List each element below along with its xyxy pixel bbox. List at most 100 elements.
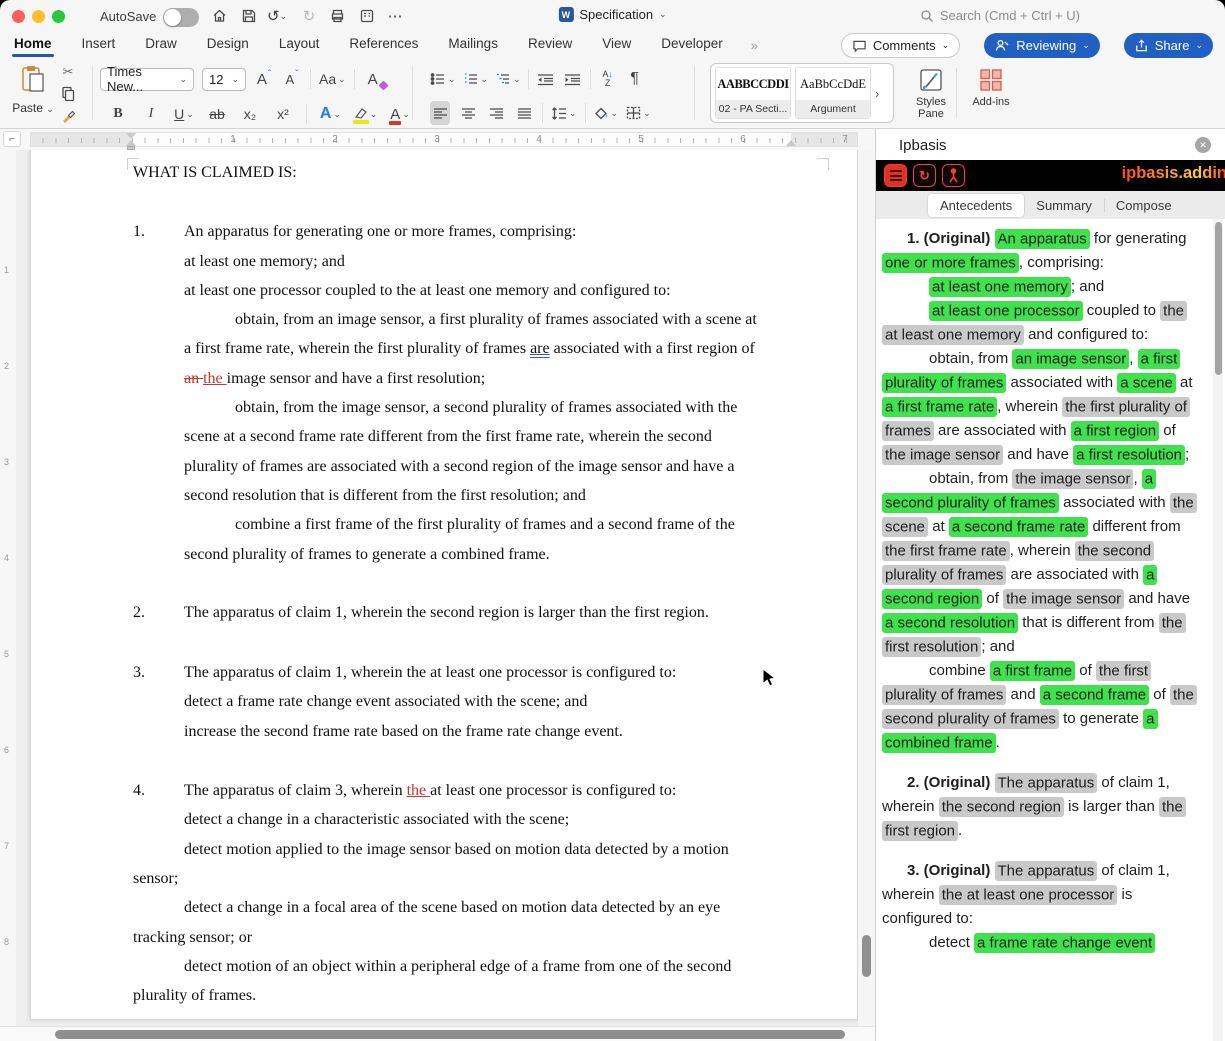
comments-button[interactable]: Comments ⌄ (841, 33, 960, 58)
sort-button[interactable]: A↓ Z (598, 67, 618, 91)
antecedent-chip[interactable]: a first frame (990, 661, 1075, 681)
home-icon[interactable] (208, 6, 230, 26)
print-button[interactable] (326, 6, 348, 26)
line-spacing-button[interactable]: ⌄ (551, 101, 577, 125)
redo-button[interactable]: ↻ (298, 6, 320, 26)
antecedent-chip[interactable]: a frame rate change event (974, 933, 1155, 953)
numbering-button[interactable]: ⌄ (463, 67, 489, 91)
style-card[interactable]: AABBCCDDI 02 - PA Secti... (715, 67, 791, 119)
tab-home[interactable]: Home (12, 34, 54, 56)
reference-chip[interactable]: the image sensor (1003, 589, 1124, 609)
strikethrough-button[interactable]: ab (207, 102, 227, 126)
panel-scrollbar[interactable] (1213, 219, 1223, 1041)
justify-button[interactable] (514, 101, 534, 125)
align-center-button[interactable] (458, 101, 478, 125)
align-left-button[interactable] (430, 101, 450, 125)
antecedent-chip[interactable]: a first region (1071, 421, 1160, 441)
antecedent-chip[interactable]: a first frame rate (882, 397, 997, 417)
panel-tab-compose[interactable]: Compose (1104, 194, 1184, 217)
horizontal-scrollbar[interactable] (0, 1026, 875, 1041)
ribbon-display-button[interactable] (356, 6, 378, 26)
antecedent-chip[interactable]: at least one processor (929, 301, 1083, 321)
right-indent-marker[interactable] (786, 140, 796, 146)
antecedent-chip[interactable]: at least one memory (929, 277, 1071, 297)
antecedent-chip[interactable]: an image sensor (1012, 349, 1129, 369)
tab-review[interactable]: Review (526, 34, 574, 56)
superscript-button[interactable]: x² (273, 102, 293, 126)
bold-button[interactable]: B (108, 102, 128, 126)
zoom-window-button[interactable] (52, 10, 65, 23)
reference-chip[interactable]: the image sensor (1012, 469, 1133, 489)
user-button[interactable] (942, 164, 965, 187)
antecedent-chip[interactable]: a second resolution (882, 613, 1018, 633)
antecedent-chip[interactable]: a second frame rate (949, 517, 1088, 537)
style-gallery-more-button[interactable]: › (875, 86, 879, 101)
copy-button[interactable] (58, 84, 78, 103)
shading-button[interactable]: ⌄ (594, 101, 619, 125)
minimize-window-button[interactable] (32, 10, 45, 23)
antecedent-chip[interactable]: An apparatus (995, 229, 1090, 249)
antecedent-chip[interactable]: one or more frames (882, 253, 1019, 273)
font-name-select[interactable]: Times New...⌄ (100, 68, 194, 91)
reference-chip[interactable]: the second region (939, 797, 1064, 817)
document-page[interactable]: WHAT IS CLAIMED IS:1.An apparatus for ge… (30, 150, 858, 1020)
reference-chip[interactable]: the first frame rate (882, 541, 1010, 561)
subscript-button[interactable]: x₂ (240, 102, 260, 126)
vertical-scrollbar-thumb[interactable] (862, 935, 871, 977)
borders-button[interactable]: ⌄ (626, 101, 651, 125)
reference-chip[interactable]: The apparatus (995, 773, 1098, 793)
more-tabs-chevron[interactable]: » (751, 38, 758, 53)
highlight-color-button[interactable]: ⌄ (354, 102, 377, 126)
tab-layout[interactable]: Layout (277, 34, 322, 56)
autosave-toggle[interactable] (163, 8, 199, 27)
reviewing-button[interactable]: Reviewing ⌄ (984, 33, 1100, 58)
vertical-scrollbar[interactable] (858, 150, 875, 1026)
font-color-button[interactable]: A ⌄ (390, 102, 410, 126)
tab-draw[interactable]: Draw (143, 34, 179, 56)
italic-button[interactable]: I (141, 102, 161, 126)
panel-close-button[interactable]: ✕ (1195, 137, 1211, 153)
reference-chip[interactable]: the image sensor (882, 445, 1003, 465)
panel-tab-summary[interactable]: Summary (1024, 194, 1104, 217)
decrease-indent-button[interactable] (536, 67, 556, 91)
increase-indent-button[interactable] (563, 67, 583, 91)
horizontal-scrollbar-thumb[interactable] (55, 1030, 845, 1039)
tab-references[interactable]: References (347, 34, 420, 56)
antecedent-chip[interactable]: a second frame (1040, 685, 1149, 705)
save-button[interactable] (238, 6, 260, 26)
tab-insert[interactable]: Insert (80, 34, 118, 56)
tab-developer[interactable]: Developer (659, 34, 725, 56)
styles-pane-button[interactable]: Styles Pane (902, 64, 960, 120)
panel-tab-antecedents[interactable]: Antecedents (928, 194, 1024, 217)
change-case-button[interactable]: Aa⌄ (319, 67, 346, 91)
pilcrow-button[interactable]: ¶ (625, 67, 645, 91)
menu-button[interactable] (884, 164, 907, 187)
align-right-button[interactable] (486, 101, 506, 125)
first-line-indent-marker[interactable] (126, 133, 136, 139)
share-button[interactable]: Share ⌄ (1124, 33, 1213, 58)
format-painter-button[interactable] (58, 106, 78, 125)
text-effects-button[interactable]: A⌄ (320, 102, 341, 126)
clear-formatting-button[interactable]: A (363, 67, 383, 91)
document-title-group[interactable]: W Specification ⌄ (558, 7, 666, 22)
font-size-select[interactable]: 12⌄ (202, 68, 246, 91)
horizontal-ruler[interactable]: ⌐ 1234567 (0, 129, 875, 150)
panel-scrollbar-thumb[interactable] (1215, 222, 1222, 375)
antecedent-chip[interactable]: a first resolution (1073, 445, 1185, 465)
bullets-button[interactable]: ⌄ (430, 67, 456, 91)
tab-view[interactable]: View (600, 34, 633, 56)
paste-button[interactable]: Paste ⌄ (10, 64, 56, 115)
vertical-ruler[interactable]: 12345678 (0, 150, 16, 1025)
search-field[interactable]: Search (Cmd + Ctrl + U) (920, 8, 1080, 23)
multilevel-list-button[interactable]: ⌄ (495, 67, 521, 91)
style-card[interactable]: AaBbCcDdE Argument (795, 67, 871, 119)
undo-button[interactable]: ↺⌄ (266, 6, 288, 26)
close-window-button[interactable] (12, 10, 25, 23)
tab-design[interactable]: Design (205, 34, 251, 56)
antecedent-chip[interactable]: a scene (1117, 373, 1176, 393)
reference-chip[interactable]: the at least one processor (939, 885, 1118, 905)
refresh-button[interactable]: ↻ (913, 164, 936, 187)
cut-button[interactable]: ✂ (58, 62, 78, 81)
shrink-font-button[interactable]: Aˇ (282, 67, 302, 91)
grow-font-button[interactable]: Aˆ (254, 67, 274, 91)
